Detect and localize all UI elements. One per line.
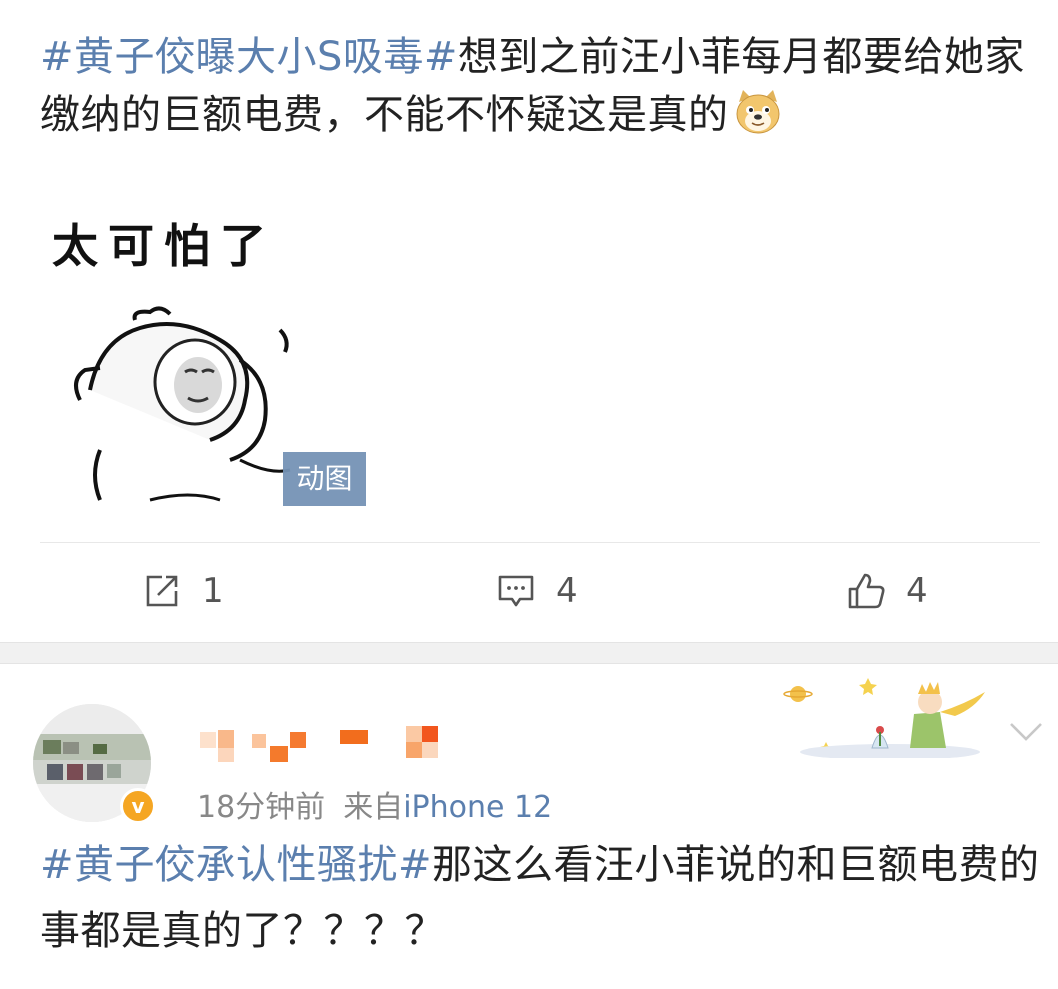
repost-icon	[146, 575, 178, 607]
source-label: 来自	[343, 790, 404, 825]
little-prince-decoration	[783, 678, 985, 758]
post-text: #黄子佼承认性骚扰#那这么看汪小菲说的和巨额电费的事都是真的了？？？？	[40, 832, 1040, 964]
repost-count: 1	[202, 571, 224, 611]
like-icon	[848, 573, 885, 609]
chevron-down-icon[interactable]	[1008, 716, 1044, 746]
comment-count: 4	[556, 571, 578, 611]
hashtag-link[interactable]: #黄子佼承认性骚扰#	[40, 842, 432, 888]
comment-icon	[498, 575, 534, 607]
meme-caption: 太可怕了	[52, 219, 276, 273]
post-text: #黄子佼曝大小S吸毒#想到之前汪小菲每月都要给她家缴纳的巨额电费，不能不怀疑这是…	[40, 28, 1040, 144]
doge-emoji-icon	[736, 90, 779, 134]
post-card-1: #黄子佼曝大小S吸毒#想到之前汪小菲每月都要给她家缴纳的巨额电费，不能不怀疑这是…	[0, 0, 1058, 642]
gif-badge: 动图	[283, 452, 366, 506]
hashtag-link[interactable]: #黄子佼曝大小S吸毒#	[40, 34, 458, 80]
post-meta: 18分钟前 来自iPhone 12	[197, 782, 552, 826]
like-count: 4	[906, 571, 928, 611]
verified-badge-icon: v	[120, 788, 156, 824]
username-redacted[interactable]	[200, 724, 470, 764]
like-button[interactable]: 4	[846, 569, 928, 613]
post-time: 18分钟前	[197, 790, 326, 825]
action-bar: 1 4 4	[0, 543, 1058, 641]
repost-button[interactable]: 1	[142, 569, 224, 613]
post-card-2: v 18分钟前 来自iPhone 12 #黄子佼承认性骚扰#那这么看汪小菲说的和…	[0, 664, 1058, 989]
device-link[interactable]: iPhone 12	[403, 790, 552, 825]
feed-separator	[0, 642, 1058, 664]
comment-button[interactable]: 4	[496, 569, 578, 613]
